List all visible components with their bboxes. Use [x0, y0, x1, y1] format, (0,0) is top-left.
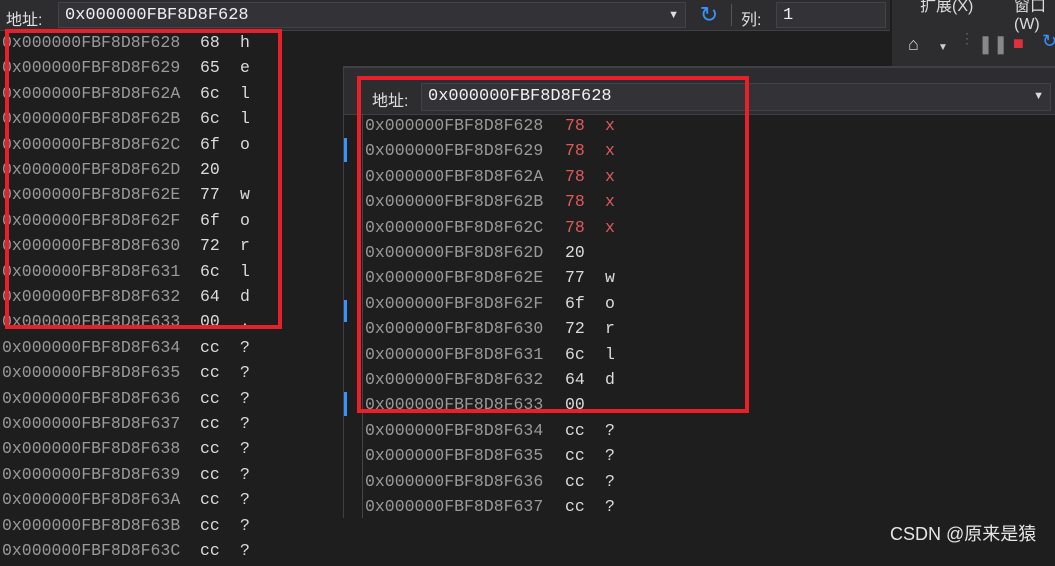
memory-address: 0x000000FBF8D8F635 — [2, 363, 181, 383]
memory-hex-value[interactable]: cc — [200, 465, 220, 484]
pause-icon[interactable]: ❚❚ — [978, 34, 1008, 55]
dropdown-arrow-icon[interactable]: ▼ — [938, 42, 948, 53]
toolbar-separator — [731, 4, 732, 26]
memory-address: 0x000000FBF8D8F63A — [2, 490, 181, 510]
memory-window-1-toolbar: 地址: 0x000000FBF8D8F628 ▼ ↻ 列: 1 — [0, 0, 890, 31]
column-label: 列: — [741, 12, 762, 29]
dropdown-arrow-icon[interactable]: ▼ — [668, 9, 679, 21]
memory-hex-value[interactable]: cc — [200, 439, 220, 458]
memory-address: 0x000000FBF8D8F634 — [2, 337, 181, 357]
memory-address: 0x000000FBF8D8F63B — [2, 515, 181, 535]
change-marker — [344, 392, 347, 416]
change-marker — [344, 138, 347, 162]
highlight-box-left — [5, 29, 282, 329]
memory-hex-value[interactable]: cc — [200, 363, 220, 382]
column-input-value: 1 — [783, 6, 794, 25]
memory-char-value: ? — [240, 464, 250, 484]
memory-hex-value[interactable]: cc — [565, 472, 585, 491]
column-input[interactable]: 1 — [776, 2, 886, 28]
change-marker — [344, 300, 347, 322]
memory-address: 0x000000FBF8D8F636 — [365, 471, 544, 491]
memory-hex-value[interactable]: cc — [565, 497, 585, 516]
memory-char-value: ? — [240, 490, 250, 510]
memory-hex-value[interactable]: cc — [200, 490, 220, 509]
memory-char-value: ? — [605, 446, 615, 466]
address-label: 地址: — [6, 12, 43, 29]
grip-icon: ⋮ — [960, 30, 974, 46]
memory-char-value: ? — [240, 439, 250, 459]
highlight-box-right — [357, 76, 749, 413]
memory-char-value: ? — [605, 420, 615, 440]
memory-char-value: ? — [240, 414, 250, 433]
memory-address: 0x000000FBF8D8F636 — [2, 388, 181, 408]
refresh-icon[interactable]: ↻ — [696, 2, 722, 28]
memory-hex-value[interactable]: cc — [565, 446, 585, 465]
memory-hex-value[interactable]: cc — [200, 516, 220, 535]
memory-char-value: ? — [240, 388, 250, 408]
memory-address: 0x000000FBF8D8F637 — [365, 497, 544, 516]
dropdown-arrow-icon[interactable]: ▼ — [1033, 90, 1044, 102]
stop-icon[interactable]: ■ — [1013, 33, 1024, 54]
address-input[interactable]: 0x000000FBF8D8F628 ▼ — [58, 2, 686, 28]
menu-window[interactable]: 窗口(W) — [1014, 0, 1055, 34]
memory-char-value: ? — [240, 363, 250, 383]
memory-address: 0x000000FBF8D8F638 — [2, 439, 181, 459]
memory-char-value: ? — [605, 471, 615, 491]
memory-hex-value[interactable]: cc — [200, 338, 220, 357]
memory-char-value: ? — [240, 515, 250, 535]
memory-hex-value[interactable]: cc — [200, 414, 220, 433]
memory-address: 0x000000FBF8D8F635 — [365, 446, 544, 466]
menu-extensions[interactable]: 扩展(X) — [920, 0, 973, 16]
toolbox-icon[interactable]: ⌂ — [908, 34, 919, 55]
ide-toolbar-strip: 扩展(X) 窗口(W) ⌂ ▼ ⋮ ❚❚ ■ ↻ — [892, 0, 1055, 66]
memory-hex-value[interactable]: cc — [565, 421, 585, 440]
restart-icon[interactable]: ↻ — [1042, 31, 1055, 52]
memory-char-value: ? — [605, 497, 615, 516]
memory-address: 0x000000FBF8D8F637 — [2, 414, 181, 433]
memory-address: 0x000000FBF8D8F639 — [2, 464, 181, 484]
memory-char-value: ? — [240, 337, 250, 357]
watermark: CSDN @原来是猿 — [890, 524, 1037, 544]
address-input-value: 0x000000FBF8D8F628 — [65, 6, 249, 25]
memory-address: 0x000000FBF8D8F634 — [365, 420, 544, 440]
memory-hex-value[interactable]: cc — [200, 389, 220, 408]
